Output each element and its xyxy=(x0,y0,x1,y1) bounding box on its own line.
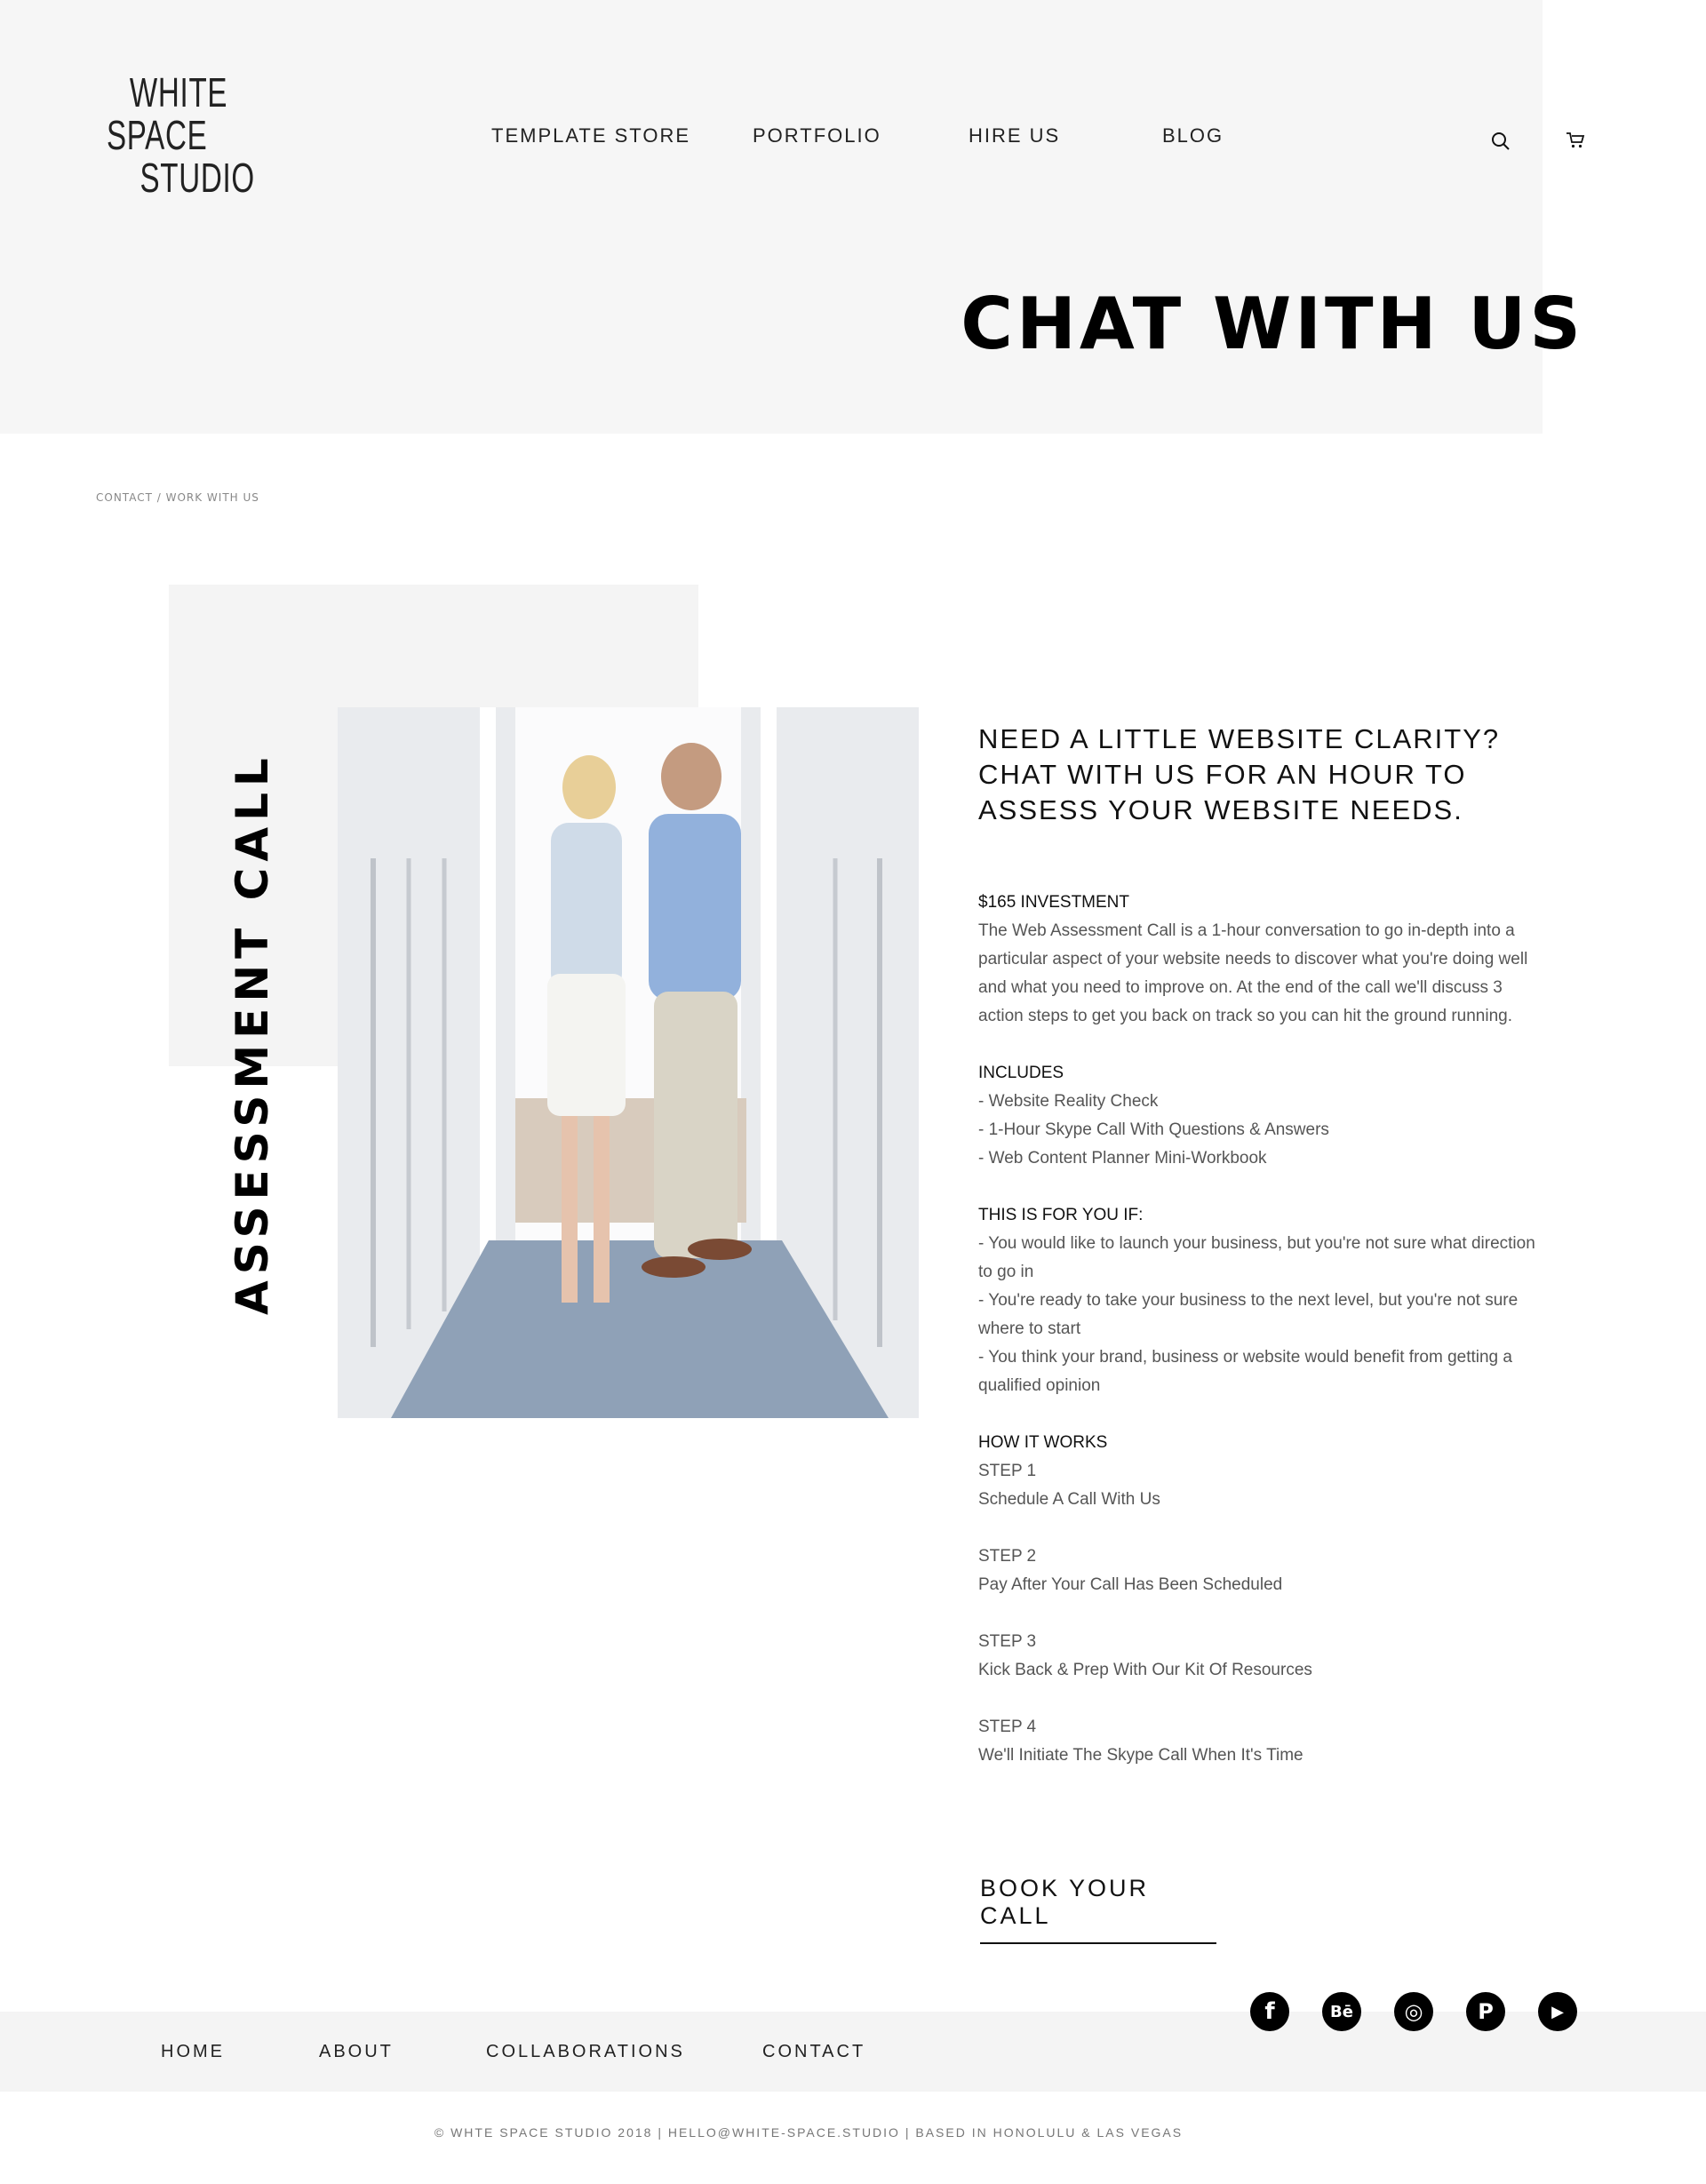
footer-nav-collaborations[interactable]: COLLABORATIONS xyxy=(486,2042,685,2062)
cart-icon[interactable] xyxy=(1566,132,1585,153)
step-label: STEP 2 xyxy=(978,1547,1037,1566)
nav-template-store[interactable]: TEMPLATE STORE xyxy=(491,124,690,147)
nav-blog[interactable]: BLOG xyxy=(1162,124,1224,147)
pinterest-icon[interactable]: P xyxy=(1466,1992,1505,2031)
instagram-icon[interactable]: ◎ xyxy=(1394,1992,1433,2031)
step-text: Schedule A Call With Us xyxy=(978,1490,1160,1509)
includes-item: - 1-Hour Skype Call With Questions & Ans… xyxy=(978,1120,1329,1139)
how-it-works-heading: HOW IT WORKS xyxy=(978,1433,1108,1452)
nav-portfolio[interactable]: PORTFOLIO xyxy=(753,124,881,147)
footer-nav-home[interactable]: HOME xyxy=(161,2042,225,2062)
youtube-icon[interactable]: ▶ xyxy=(1538,1992,1577,2031)
footer-nav-about[interactable]: ABOUT xyxy=(319,2042,394,2062)
step-label: STEP 3 xyxy=(978,1632,1037,1651)
site-logo[interactable]: WHITE SPACE STUDIO xyxy=(107,69,255,204)
step-text: We'll Initiate The Skype Call When It's … xyxy=(978,1746,1303,1765)
page-title: CHAT WITH US xyxy=(961,283,1584,365)
for-you-heading: THIS IS FOR YOU IF: xyxy=(978,1206,1144,1224)
copyright-text: © WHTE SPACE STUDIO 2018 | HELLO@WHITE-S… xyxy=(434,2125,1184,2140)
facebook-icon[interactable]: f xyxy=(1250,1992,1289,2031)
logo-line-1: WHITE xyxy=(129,69,228,116)
investment-heading: $165 INVESTMENT xyxy=(978,893,1129,912)
section-vertical-title: ASSESSMENT CALL xyxy=(227,752,278,1315)
behance-icon[interactable]: Bē xyxy=(1322,1992,1361,2031)
logo-line-2: SPACE xyxy=(107,112,208,158)
step-text: Pay After Your Call Has Been Scheduled xyxy=(978,1575,1283,1594)
couple-photo xyxy=(338,707,919,1418)
for-you-item: - You're ready to take your business to … xyxy=(978,1291,1519,1338)
includes-item: - Website Reality Check xyxy=(978,1092,1159,1111)
includes-item: - Web Content Planner Mini-Workbook xyxy=(978,1149,1267,1168)
search-icon[interactable] xyxy=(1491,132,1511,155)
step-text: Kick Back & Prep With Our Kit Of Resourc… xyxy=(978,1661,1312,1679)
for-you-item: - You would like to launch your business… xyxy=(978,1234,1535,1281)
footer-nav-contact[interactable]: CONTACT xyxy=(762,2042,865,2062)
intro-heading: NEED A LITTLE WEBSITE CLARITY? CHAT WITH… xyxy=(978,723,1501,825)
logo-line-3: STUDIO xyxy=(140,155,255,201)
hero-background xyxy=(0,0,1543,434)
step-label: STEP 4 xyxy=(978,1718,1037,1736)
nav-hire-us[interactable]: HIRE US xyxy=(969,124,1060,147)
step-label: STEP 1 xyxy=(978,1462,1037,1480)
investment-text: The Web Assessment Call is a 1-hour conv… xyxy=(978,921,1528,1025)
for-you-item: - You think your brand, business or webs… xyxy=(978,1348,1512,1395)
details-column: $165 INVESTMENT The Web Assessment Call … xyxy=(978,889,1547,1770)
includes-heading: INCLUDES xyxy=(978,1064,1064,1082)
breadcrumb[interactable]: CONTACT / WORK WITH US xyxy=(96,491,259,504)
book-your-call-button[interactable]: BOOK YOUR CALL xyxy=(980,1875,1216,1944)
